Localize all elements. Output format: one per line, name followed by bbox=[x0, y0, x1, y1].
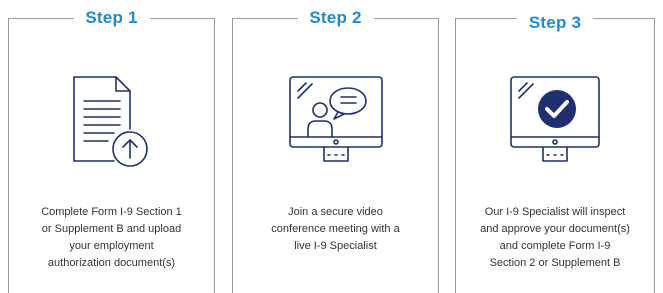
video-conference-monitor-icon bbox=[288, 76, 383, 162]
step-2-line: live I-9 Specialist bbox=[294, 240, 377, 252]
step-3-description: Our I-9 Specialist will inspect and appr… bbox=[462, 204, 648, 272]
step-2-line: Join a secure video bbox=[288, 206, 383, 218]
step-3-line: Our I-9 Specialist will inspect bbox=[484, 206, 626, 218]
step-3-panel: Step 3 Our I-9 Specialist will inspect a… bbox=[455, 12, 655, 293]
step-3-line: Section 2 or Supplement B bbox=[489, 257, 621, 269]
step-1-line: or Supplement B and upload bbox=[41, 223, 182, 235]
step-1-line: authorization document(s) bbox=[47, 257, 176, 269]
monitor-checkmark-icon bbox=[510, 76, 600, 162]
step-1-line: your employment bbox=[69, 240, 154, 252]
step-1-panel: Step 1 Complete Form I-9 Section 1 or Su… bbox=[8, 7, 215, 293]
document-upload-icon bbox=[72, 76, 148, 167]
step-2-panel: Step 2 Join a secure video conference me… bbox=[232, 7, 439, 293]
step-3-line: and complete Form I-9 bbox=[499, 240, 611, 252]
step-1-description: Complete Form I-9 Section 1 or Supplemen… bbox=[15, 204, 208, 272]
step-3-title: Step 3 bbox=[516, 12, 594, 34]
step-2-description: Join a secure video conference meeting w… bbox=[239, 204, 432, 255]
step-1-line: Complete Form I-9 Section 1 bbox=[41, 206, 182, 218]
step-1-title: Step 1 bbox=[73, 7, 150, 29]
step-2-line: conference meeting with a bbox=[271, 223, 400, 235]
step-2-title: Step 2 bbox=[297, 7, 374, 29]
step-3-line: and approve your document(s) bbox=[480, 223, 630, 235]
